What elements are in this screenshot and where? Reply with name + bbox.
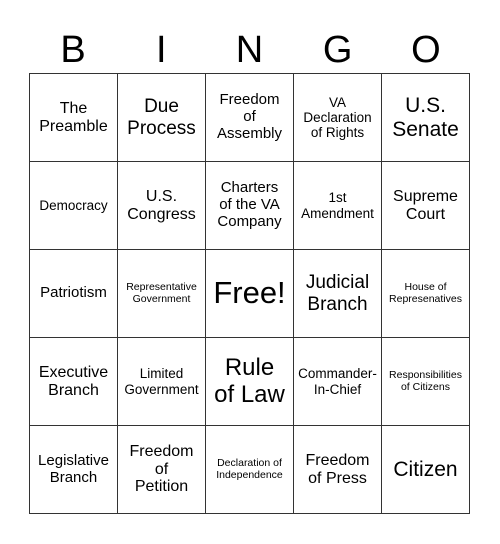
bingo-cell[interactable]: VA Declaration of Rights bbox=[294, 74, 382, 162]
bingo-grid: The Preamble Due Process Freedom of Assembly… bbox=[29, 73, 470, 514]
bingo-cell[interactable]: House of Represenatives bbox=[382, 250, 470, 338]
bingo-cell[interactable]: 1st Amendment bbox=[294, 162, 382, 250]
header-letter-n: N bbox=[235, 29, 264, 71]
bingo-cell[interactable]: Charters of the VA Company bbox=[206, 162, 294, 250]
bingo-cell[interactable]: Freedom of Assembly bbox=[206, 74, 294, 162]
bingo-cell[interactable]: Commander- In-Chief bbox=[294, 338, 382, 426]
bingo-cell[interactable]: Freedom of Petition bbox=[118, 426, 206, 514]
header-letter-i: I bbox=[156, 29, 167, 71]
bingo-header: B I N G O bbox=[29, 28, 470, 73]
bingo-cell[interactable]: Citizen bbox=[382, 426, 470, 514]
header-letter-b: B bbox=[60, 29, 86, 71]
free-space[interactable]: Free! bbox=[206, 250, 294, 338]
bingo-cell[interactable]: Judicial Branch bbox=[294, 250, 382, 338]
bingo-cell[interactable]: Declaration of Independence bbox=[206, 426, 294, 514]
bingo-cell[interactable]: U.S. Senate bbox=[382, 74, 470, 162]
bingo-cell[interactable]: Freedom of Press bbox=[294, 426, 382, 514]
bingo-cell[interactable]: Rule of Law bbox=[206, 338, 294, 426]
bingo-cell[interactable]: Executive Branch bbox=[30, 338, 118, 426]
bingo-cell[interactable]: Responsibilities of Citizens bbox=[382, 338, 470, 426]
bingo-cell[interactable]: Representative Government bbox=[118, 250, 206, 338]
bingo-cell[interactable]: Supreme Court bbox=[382, 162, 470, 250]
bingo-cell[interactable]: Due Process bbox=[118, 74, 206, 162]
header-letter-g: G bbox=[322, 29, 353, 71]
bingo-cell[interactable]: Legislative Branch bbox=[30, 426, 118, 514]
bingo-cell[interactable]: Patriotism bbox=[30, 250, 118, 338]
bingo-cell[interactable]: U.S. Congress bbox=[118, 162, 206, 250]
bingo-cell[interactable]: Limited Government bbox=[118, 338, 206, 426]
bingo-cell[interactable]: Democracy bbox=[30, 162, 118, 250]
header-letter-o: O bbox=[411, 29, 441, 71]
bingo-cell[interactable]: The Preamble bbox=[30, 74, 118, 162]
